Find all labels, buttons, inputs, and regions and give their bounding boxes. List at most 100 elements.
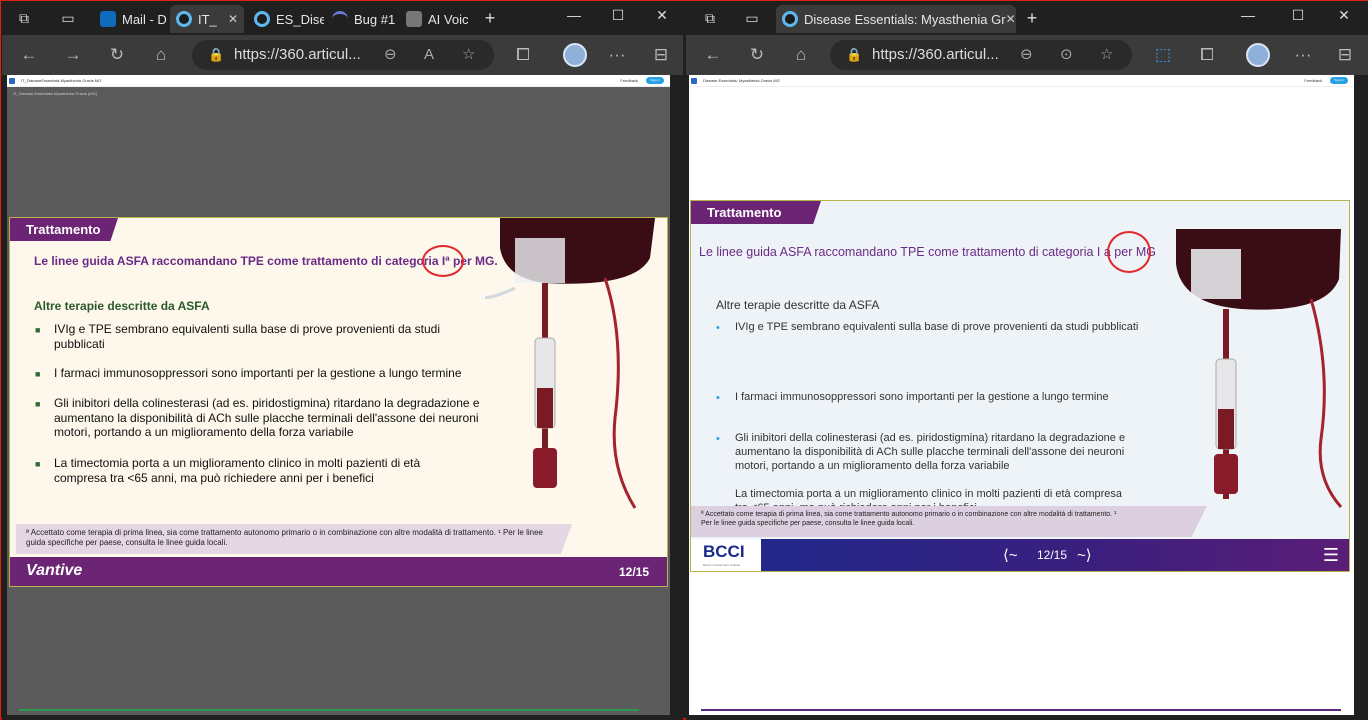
close-tab-icon[interactable]: ✕ [1006,12,1016,26]
home-icon[interactable]: ⌂ [150,44,172,66]
minimize-icon[interactable]: — [1236,7,1260,23]
tab-bug[interactable]: Bug #1 [326,5,398,33]
document-title: Disease Essentials: Myasthenia Gravis MG [703,78,780,83]
tab-disease-essentials[interactable]: Disease Essentials: Myasthenia Gr ✕ [776,5,1016,33]
tab-actions-icon[interactable]: ▭ [742,8,762,28]
url-text: https://360.articul... [872,46,999,63]
bullet-text: I farmaci immunosoppressori sono importa… [735,391,1109,403]
slide-headline: Le linee guida ASFA raccomandano TPE com… [699,245,1156,259]
next-slide-icon[interactable]: ~⟩ [1077,546,1092,564]
refresh-icon[interactable]: ↻ [746,44,768,66]
home-icon[interactable]: ⌂ [790,44,812,66]
app-logo-icon [9,78,15,84]
address-bar[interactable]: 🔒 https://360.articul... ⊖ ⊙ ☆ [830,40,1132,70]
tab-actions-icon[interactable]: ▭ [58,8,78,28]
bcci-logo-text: BCCI [703,542,745,561]
zoom-icon[interactable]: ⊖ [1020,40,1033,70]
maximize-icon[interactable]: ☐ [606,7,630,24]
extensions-icon[interactable]: ⧠ [512,44,534,66]
slide: Trattamento Le linee guida ASFA raccoman… [690,200,1350,572]
slide-subheading: Altre terapie descritte da ASFA [34,299,210,313]
bullet-text: Gli inibitori della colinesterasi (ad es… [54,396,480,439]
player-progress-bar[interactable] [19,709,639,711]
close-tab-icon[interactable]: ✕ [228,12,238,26]
bcci-logo: BCCI Baxter Critical Care Institute [691,539,761,571]
lock-icon: 🔒 [208,47,225,62]
blood-bag-image [1171,229,1349,509]
favorite-star-icon[interactable]: ☆ [462,40,475,70]
footnote-line: Per le linee guida specifiche per paese,… [701,520,915,527]
bullet-square-icon: ■ [35,399,41,409]
bullet-item: ■ Gli inibitori della colinesterasi (ad e… [35,396,484,440]
url-text: https://360.articul... [234,46,361,63]
toolbar: ← ↻ ⌂ 🔒 https://360.articul... ⊖ ⊙ ☆ ⬚ ⧠… [686,35,1368,75]
toolbar: ← → ↻ ⌂ 🔒 https://360.articul... ⊖ A ☆ ⧠… [2,35,683,75]
slide-subheading: Altre terapie descritte da ASFA [716,298,880,312]
lock-icon: 🔒 [846,47,863,62]
new-tab-icon[interactable]: + [480,8,500,28]
more-tools-icon[interactable]: ⊙ [1060,40,1073,70]
bullet-item: •La timectomia porta a un miglioramento … [735,487,1135,507]
profile-avatar[interactable] [563,43,587,67]
bullet-square-icon: ■ [35,325,41,335]
profile-avatar[interactable] [1246,43,1270,67]
page-indicator: 12/15 [1037,548,1068,562]
new-tab-icon[interactable]: + [1022,8,1042,28]
tab-bar: ⧉ ▭ Disease Essentials: Myasthenia Gr ✕ … [686,1,1368,35]
slide-footnote: ª Accettato come terapia di prima linea,… [691,506,1207,537]
screenshot-tool-icon[interactable]: ⬚ [1152,44,1174,66]
workspaces-icon[interactable]: ⧉ [14,8,34,28]
sign-in-button[interactable]: Sign in [646,77,664,84]
page-content: IT_DiseaseEssentials Myasthenia Gravis M… [7,75,670,715]
zoom-icon[interactable]: ⊖ [384,40,397,70]
back-icon[interactable]: ← [18,44,40,66]
tab-label: Bug #1 [354,11,396,27]
tab-mail[interactable]: Mail - D [94,5,168,33]
tab-it[interactable]: IT_ ✕ [170,5,244,33]
menu-icon[interactable]: ☰ [1323,545,1339,566]
document-header-strip: Disease Essentials: Myasthenia Gravis MG… [689,75,1354,87]
slide-footer: BCCI Baxter Critical Care Institute ⟨~ 1… [691,539,1349,571]
tab-ai-voice[interactable]: AI Voic [400,5,474,33]
maximize-icon[interactable]: ☐ [1286,7,1310,24]
sign-in-button[interactable]: Sign in [1330,77,1348,84]
pause-icon [406,11,422,27]
player-progress-bar[interactable] [701,709,1341,711]
back-icon[interactable]: ← [702,44,724,66]
extensions-icon[interactable]: ⧠ [1196,44,1218,66]
tab-label: ES_Dise [276,11,324,27]
footnote-line: ª Accettato come terapia di prima linea,… [701,511,1117,518]
brand-logo: Vantive [26,562,83,579]
bcci-logo-sub: Baxter Critical Care Institute [703,563,741,567]
close-window-icon[interactable]: ✕ [1332,7,1356,24]
feedback-link[interactable]: Feedback [620,75,638,87]
tab-es-disease[interactable]: ES_Dise [248,5,324,33]
close-window-icon[interactable]: ✕ [650,7,674,24]
prev-slide-icon[interactable]: ⟨~ [1003,546,1018,564]
bullet-square-icon: ■ [35,459,41,469]
sidebar-toggle-icon[interactable]: ⊟ [650,44,672,66]
bullet-dot-icon: • [716,392,720,404]
bullet-text: I farmaci immunosoppressori sono importa… [54,366,462,380]
more-options-icon[interactable]: ··· [1292,44,1314,66]
bullet-text: IVIg e TPE sembrano equivalenti sulla ba… [735,321,1139,333]
minimize-icon[interactable]: — [562,7,586,23]
bullet-item: ■ IVIg e TPE sembrano equivalenti sulla b… [35,322,464,351]
feedback-link[interactable]: Feedback [1304,75,1322,87]
bullet-item: ■ I farmaci immunosoppressori sono import… [35,366,484,381]
refresh-icon[interactable]: ↻ [106,44,128,66]
more-options-icon[interactable]: ··· [606,44,628,66]
bullet-dot-icon: • [716,433,720,445]
edge-page-icon [782,11,798,27]
forward-icon[interactable]: → [62,44,84,66]
bullet-item: • IVIg e TPE sembrano equivalenti sulla b… [716,320,1145,334]
section-label: Trattamento [691,201,821,224]
read-aloud-icon[interactable]: A [424,40,434,70]
tab-bar: ⧉ ▭ Mail - D IT_ ✕ ES_Dise Bug #1 AI Voi… [2,1,683,35]
tab-label: AI Voic [428,11,469,27]
favorite-star-icon[interactable]: ☆ [1100,40,1113,70]
address-bar[interactable]: 🔒 https://360.articul... ⊖ A ☆ [192,40,494,70]
workspaces-icon[interactable]: ⧉ [700,8,720,28]
slide-footnote: ª Accettato come terapia di prima linea,… [16,524,572,554]
sidebar-toggle-icon[interactable]: ⊟ [1334,44,1356,66]
